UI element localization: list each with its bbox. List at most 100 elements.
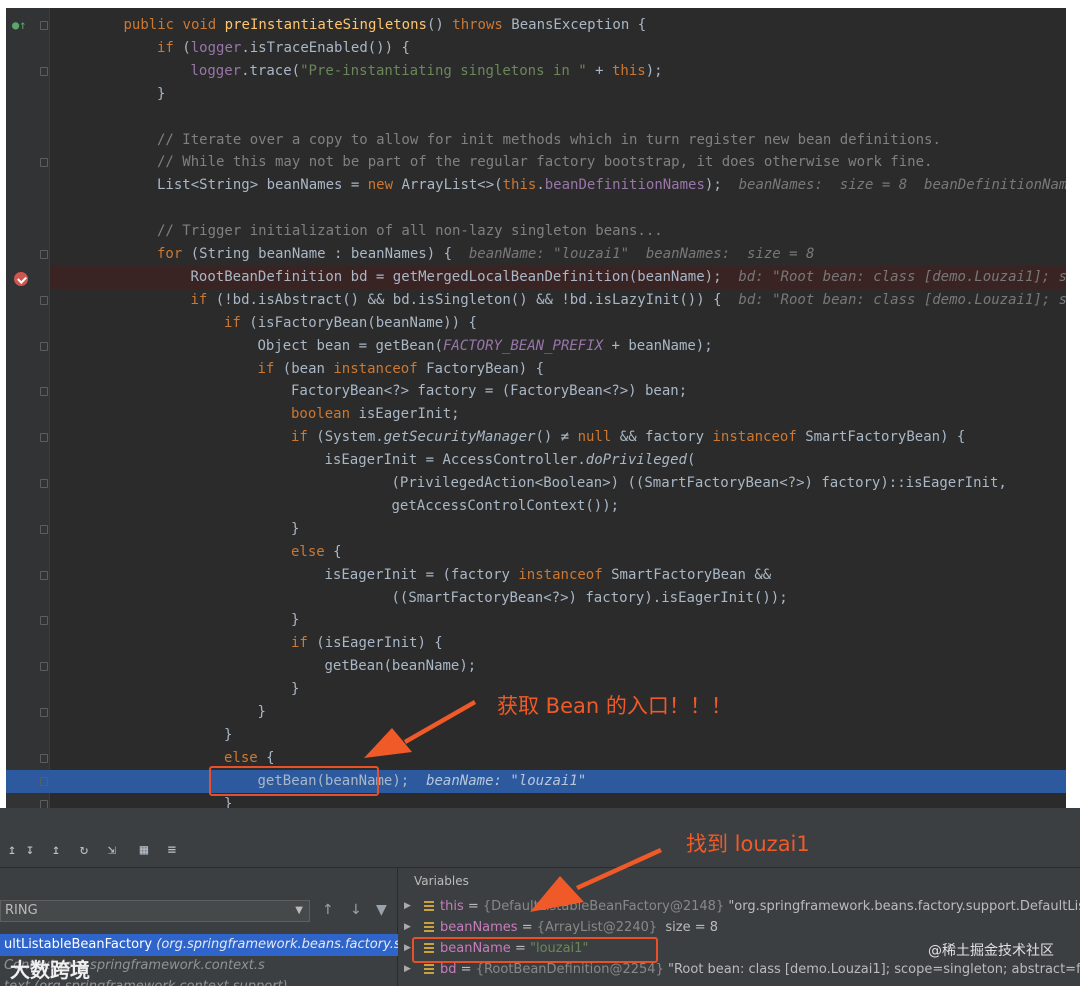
- code-line[interactable]: getBean(beanName);: [50, 655, 1066, 678]
- variable-text: beanNames = {ArrayList@2240} size = 8: [440, 917, 718, 938]
- stack-frame[interactable]: ultListableBeanFactory (org.springframew…: [0, 934, 398, 956]
- expand-arrow-icon[interactable]: ▶: [404, 896, 411, 917]
- code-line[interactable]: else {: [50, 541, 1066, 564]
- editor-gutter[interactable]: ●↑: [6, 8, 50, 808]
- filter-icon[interactable]: ▼: [376, 902, 387, 918]
- code-text: (PrivilegedAction<Boolean>) ((SmartFacto…: [392, 472, 1007, 495]
- fold-marker-icon[interactable]: [40, 433, 48, 443]
- breakpoint-line[interactable]: RootBeanDefinition bd = getMergedLocalBe…: [50, 265, 1066, 289]
- fold-marker-icon[interactable]: [40, 387, 48, 397]
- highlight-box-getbean: [209, 766, 379, 796]
- code-token: RootBeanDefinition bd = getMergedLocalBe…: [190, 268, 739, 285]
- arrow-up-icon[interactable]: ↑: [322, 902, 334, 918]
- fold-marker-icon[interactable]: [40, 66, 48, 76]
- variable-type: {ArrayList@2240}: [536, 920, 662, 935]
- code-line[interactable]: boolean isEagerInit;: [50, 403, 1066, 426]
- code-line[interactable]: getAccessControlContext());: [50, 495, 1066, 518]
- field-icon: [424, 901, 434, 911]
- fold-marker-icon[interactable]: [40, 524, 48, 534]
- code-line[interactable]: if (System.getSecurityManager() ≠ null &…: [50, 426, 1066, 449]
- code-line[interactable]: // While this may not be part of the reg…: [50, 151, 1066, 174]
- fold-marker-icon[interactable]: [40, 616, 48, 626]
- code-line[interactable]: FactoryBean<?> factory = (FactoryBean<?>…: [50, 380, 1066, 403]
- inline-debug-hint: bd: "Root bean: class [demo.Louzai1]; sc…: [738, 291, 1066, 308]
- code-line[interactable]: [50, 106, 1066, 129]
- evaluate-expression-icon[interactable]: ▦: [134, 840, 154, 860]
- code-token: if: [291, 429, 317, 446]
- code-line[interactable]: }: [50, 609, 1066, 632]
- code-token: if: [190, 291, 216, 308]
- code-line[interactable]: if (!bd.isAbstract() && bd.isSingleton()…: [50, 289, 1067, 312]
- code-line[interactable]: else {: [50, 747, 1066, 770]
- code-line[interactable]: }: [50, 518, 1066, 541]
- expand-arrow-icon[interactable]: ▶: [404, 938, 411, 959]
- code-token: Object bean = getBean(: [257, 337, 443, 354]
- code-line[interactable]: if (logger.isTraceEnabled()) {: [50, 37, 1066, 60]
- code-line[interactable]: isEagerInit = (factory instanceof SmartF…: [50, 564, 1066, 587]
- trace-icon[interactable]: ≡: [162, 840, 182, 860]
- code-line[interactable]: [50, 197, 1066, 220]
- code-line[interactable]: public void preInstantiateSingletons() t…: [50, 14, 1066, 37]
- code-text: }: [224, 724, 232, 747]
- code-line[interactable]: List<String> beanNames = new ArrayList<>…: [50, 174, 1066, 197]
- variable-row[interactable]: ▶ beanNames = {ArrayList@2240} size = 8: [398, 917, 1080, 938]
- fold-marker-icon[interactable]: [40, 708, 48, 717]
- override-icon[interactable]: ●↑: [12, 18, 26, 32]
- fold-marker-icon[interactable]: [40, 776, 48, 786]
- force-step-into-icon[interactable]: ↥: [46, 840, 66, 860]
- code-area[interactable]: public void preInstantiateSingletons() t…: [50, 8, 1066, 808]
- fold-marker-icon[interactable]: [40, 158, 48, 168]
- fold-marker-icon[interactable]: [40, 662, 48, 672]
- fold-marker-icon[interactable]: [40, 570, 48, 580]
- current-execution-line[interactable]: getBean(beanName); beanName: "louzai1": [50, 769, 1066, 793]
- code-token: else: [224, 749, 267, 766]
- code-line[interactable]: if (isFactoryBean(beanName)) {: [50, 312, 1066, 335]
- code-token: isEagerInit = (factory: [324, 566, 519, 583]
- code-line[interactable]: }: [50, 83, 1066, 106]
- code-line[interactable]: if (bean instanceof FactoryBean) {: [50, 358, 1066, 381]
- code-line[interactable]: Object bean = getBean(FACTORY_BEAN_PREFI…: [50, 335, 1066, 358]
- thread-select[interactable]: RING ▼: [0, 900, 310, 922]
- code-line[interactable]: // Trigger initialization of all non-laz…: [50, 220, 1066, 243]
- inline-debug-hint: beanName: "louzai1": [426, 772, 587, 789]
- code-token: getAccessControlContext());: [391, 497, 620, 514]
- code-text: for (String beanName : beanNames) { bean…: [157, 243, 814, 266]
- fold-marker-icon[interactable]: [40, 341, 48, 351]
- fold-marker-icon[interactable]: [40, 250, 48, 259]
- fold-marker-icon[interactable]: [40, 799, 48, 808]
- code-editor[interactable]: ●↑ public void preInstantiateSingletons(…: [6, 8, 1066, 808]
- expand-arrow-icon[interactable]: ▶: [404, 917, 411, 938]
- code-line[interactable]: }: [50, 724, 1066, 747]
- code-text: isEagerInit = AccessController.doPrivile…: [325, 449, 696, 472]
- code-token: "Pre-instantiating singletons in ": [300, 62, 587, 79]
- code-token: SmartFactoryBean &&: [611, 566, 772, 583]
- code-line[interactable]: // Iterate over a copy to allow for init…: [50, 129, 1066, 152]
- fold-marker-icon[interactable]: [40, 753, 48, 763]
- code-line[interactable]: (PrivilegedAction<Boolean>) ((SmartFacto…: [50, 472, 1066, 495]
- expand-arrow-icon[interactable]: ▶: [404, 959, 411, 980]
- code-text: // Iterate over a copy to allow for init…: [157, 129, 941, 152]
- drop-frame-icon[interactable]: ↻: [74, 840, 94, 860]
- code-line[interactable]: logger.trace("Pre-instantiating singleto…: [50, 60, 1066, 83]
- variable-row[interactable]: ▶ this = {DefaultListableBeanFactory@2148…: [398, 896, 1080, 917]
- breakpoint-icon[interactable]: [14, 272, 28, 286]
- arrow-down-icon[interactable]: ↓: [350, 902, 362, 918]
- code-text: getAccessControlContext());: [392, 495, 620, 518]
- code-text: // While this may not be part of the reg…: [157, 151, 932, 174]
- code-text: List<String> beanNames = new ArrayList<>…: [157, 174, 1066, 197]
- code-text: if (isEagerInit) {: [291, 632, 443, 655]
- code-line[interactable]: ((SmartFactoryBean<?>) factory).isEagerI…: [50, 587, 1066, 610]
- fold-marker-icon[interactable]: [40, 479, 48, 488]
- code-line[interactable]: isEagerInit = AccessController.doPrivile…: [50, 449, 1066, 472]
- step-into-icon[interactable]: ↧: [20, 840, 40, 860]
- code-token: preInstantiateSingletons: [224, 17, 427, 33]
- inline-debug-hint: bd: "Root bean: class [demo.Louzai1]; sc…: [738, 268, 1066, 285]
- field-icon: [424, 964, 434, 974]
- fold-marker-icon[interactable]: [40, 295, 48, 305]
- run-to-cursor-icon[interactable]: ⇲: [102, 840, 122, 860]
- code-line[interactable]: for (String beanName : beanNames) { bean…: [50, 243, 1066, 266]
- fold-marker-icon[interactable]: [40, 21, 48, 30]
- step-out-icon[interactable]: ↥: [2, 840, 22, 860]
- code-line[interactable]: }: [50, 793, 1066, 808]
- code-line[interactable]: if (isEagerInit) {: [50, 632, 1066, 655]
